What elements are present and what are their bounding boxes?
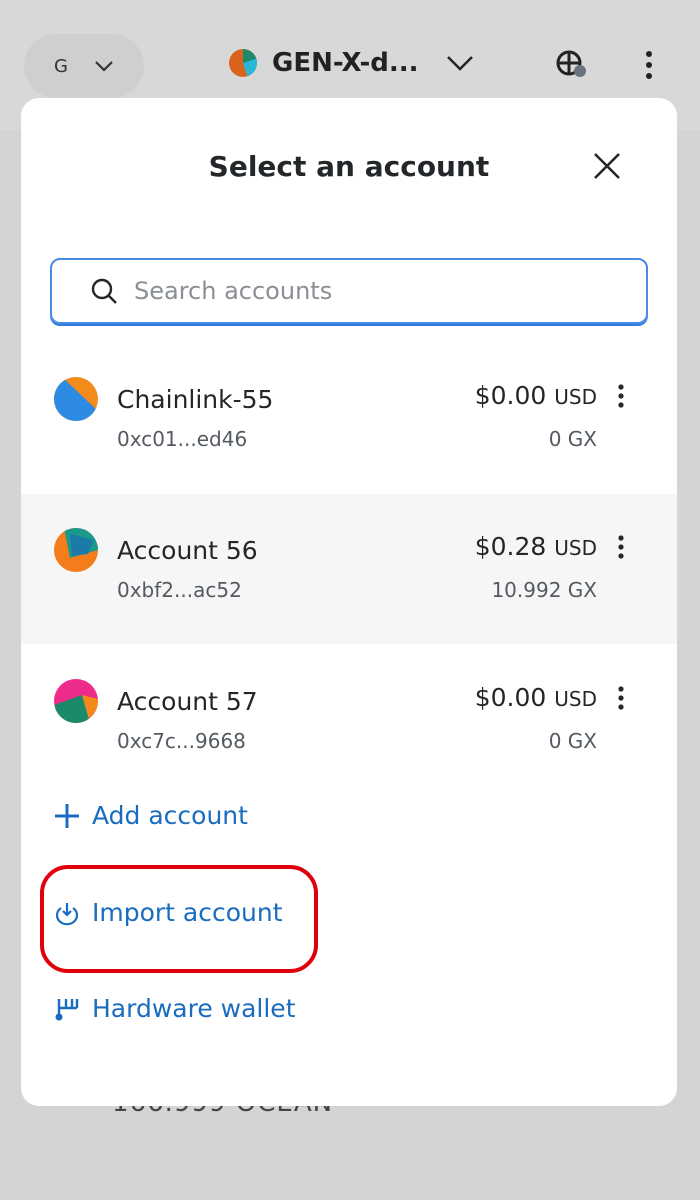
- account-name: GEN-X-d...: [272, 48, 419, 78]
- network-initial: G: [54, 55, 68, 77]
- account-options-icon[interactable]: [613, 534, 629, 562]
- search-input[interactable]: [134, 277, 614, 305]
- plus-icon: [55, 803, 79, 828]
- hardware-wallet-button[interactable]: Hardware wallet: [54, 994, 296, 1023]
- account-avatar: [54, 377, 98, 421]
- fiat-value: $0.00: [474, 381, 547, 410]
- add-account-label: Add account: [92, 801, 248, 830]
- account-name: Account 56: [117, 536, 258, 565]
- fiat-unit: USD: [554, 536, 597, 560]
- import-account-highlight: [40, 865, 318, 973]
- account-address: 0xc7c...9668: [117, 729, 246, 753]
- hardware-wallet-label: Hardware wallet: [92, 994, 296, 1023]
- account-token-balance: 10.992 GX: [491, 578, 597, 602]
- chevron-down-icon: [446, 56, 473, 71]
- account-fiat-balance: $0.28 USD: [475, 532, 597, 561]
- account-address: 0xbf2...ac52: [117, 578, 242, 602]
- account-avatar: [54, 528, 98, 572]
- chevron-down-icon: [95, 61, 113, 72]
- search-accounts-field[interactable]: [50, 258, 648, 324]
- account-avatar: [54, 679, 98, 723]
- account-address: 0xc01...ed46: [117, 427, 248, 451]
- fiat-unit: USD: [554, 687, 597, 711]
- account-row-selected[interactable]: Account 56 0xbf2...ac52 $0.28 USD 10.992…: [21, 494, 677, 644]
- account-options-icon[interactable]: [613, 685, 629, 713]
- account-row[interactable]: Account 57 0xc7c...9668 $0.00 USD 0 GX: [21, 645, 677, 795]
- close-icon[interactable]: [591, 150, 623, 182]
- account-fiat-balance: $0.00 USD: [475, 683, 597, 712]
- account-token-balance: 0 GX: [548, 427, 597, 451]
- account-avatar: [229, 49, 257, 77]
- account-name: Account 57: [117, 687, 258, 716]
- hardware-wallet-icon: [55, 998, 79, 1020]
- add-account-button[interactable]: Add account: [54, 801, 248, 830]
- network-selector[interactable]: G: [24, 34, 144, 98]
- account-options-icon[interactable]: [613, 383, 629, 411]
- fiat-unit: USD: [554, 385, 597, 409]
- account-row[interactable]: Chainlink-55 0xc01...ed46 $0.00 USD 0 GX: [21, 343, 677, 493]
- account-name: Chainlink-55: [117, 385, 274, 414]
- account-selector[interactable]: GEN-X-d...: [228, 48, 475, 78]
- fiat-value: $0.00: [474, 683, 547, 712]
- search-icon: [91, 278, 117, 304]
- globe-connection-icon[interactable]: [556, 50, 588, 80]
- account-fiat-balance: $0.00 USD: [475, 381, 597, 410]
- fiat-value: $0.28: [474, 532, 547, 561]
- modal-title: Select an account: [208, 150, 490, 183]
- kebab-menu-icon[interactable]: [642, 50, 656, 80]
- account-token-balance: 0 GX: [548, 729, 597, 753]
